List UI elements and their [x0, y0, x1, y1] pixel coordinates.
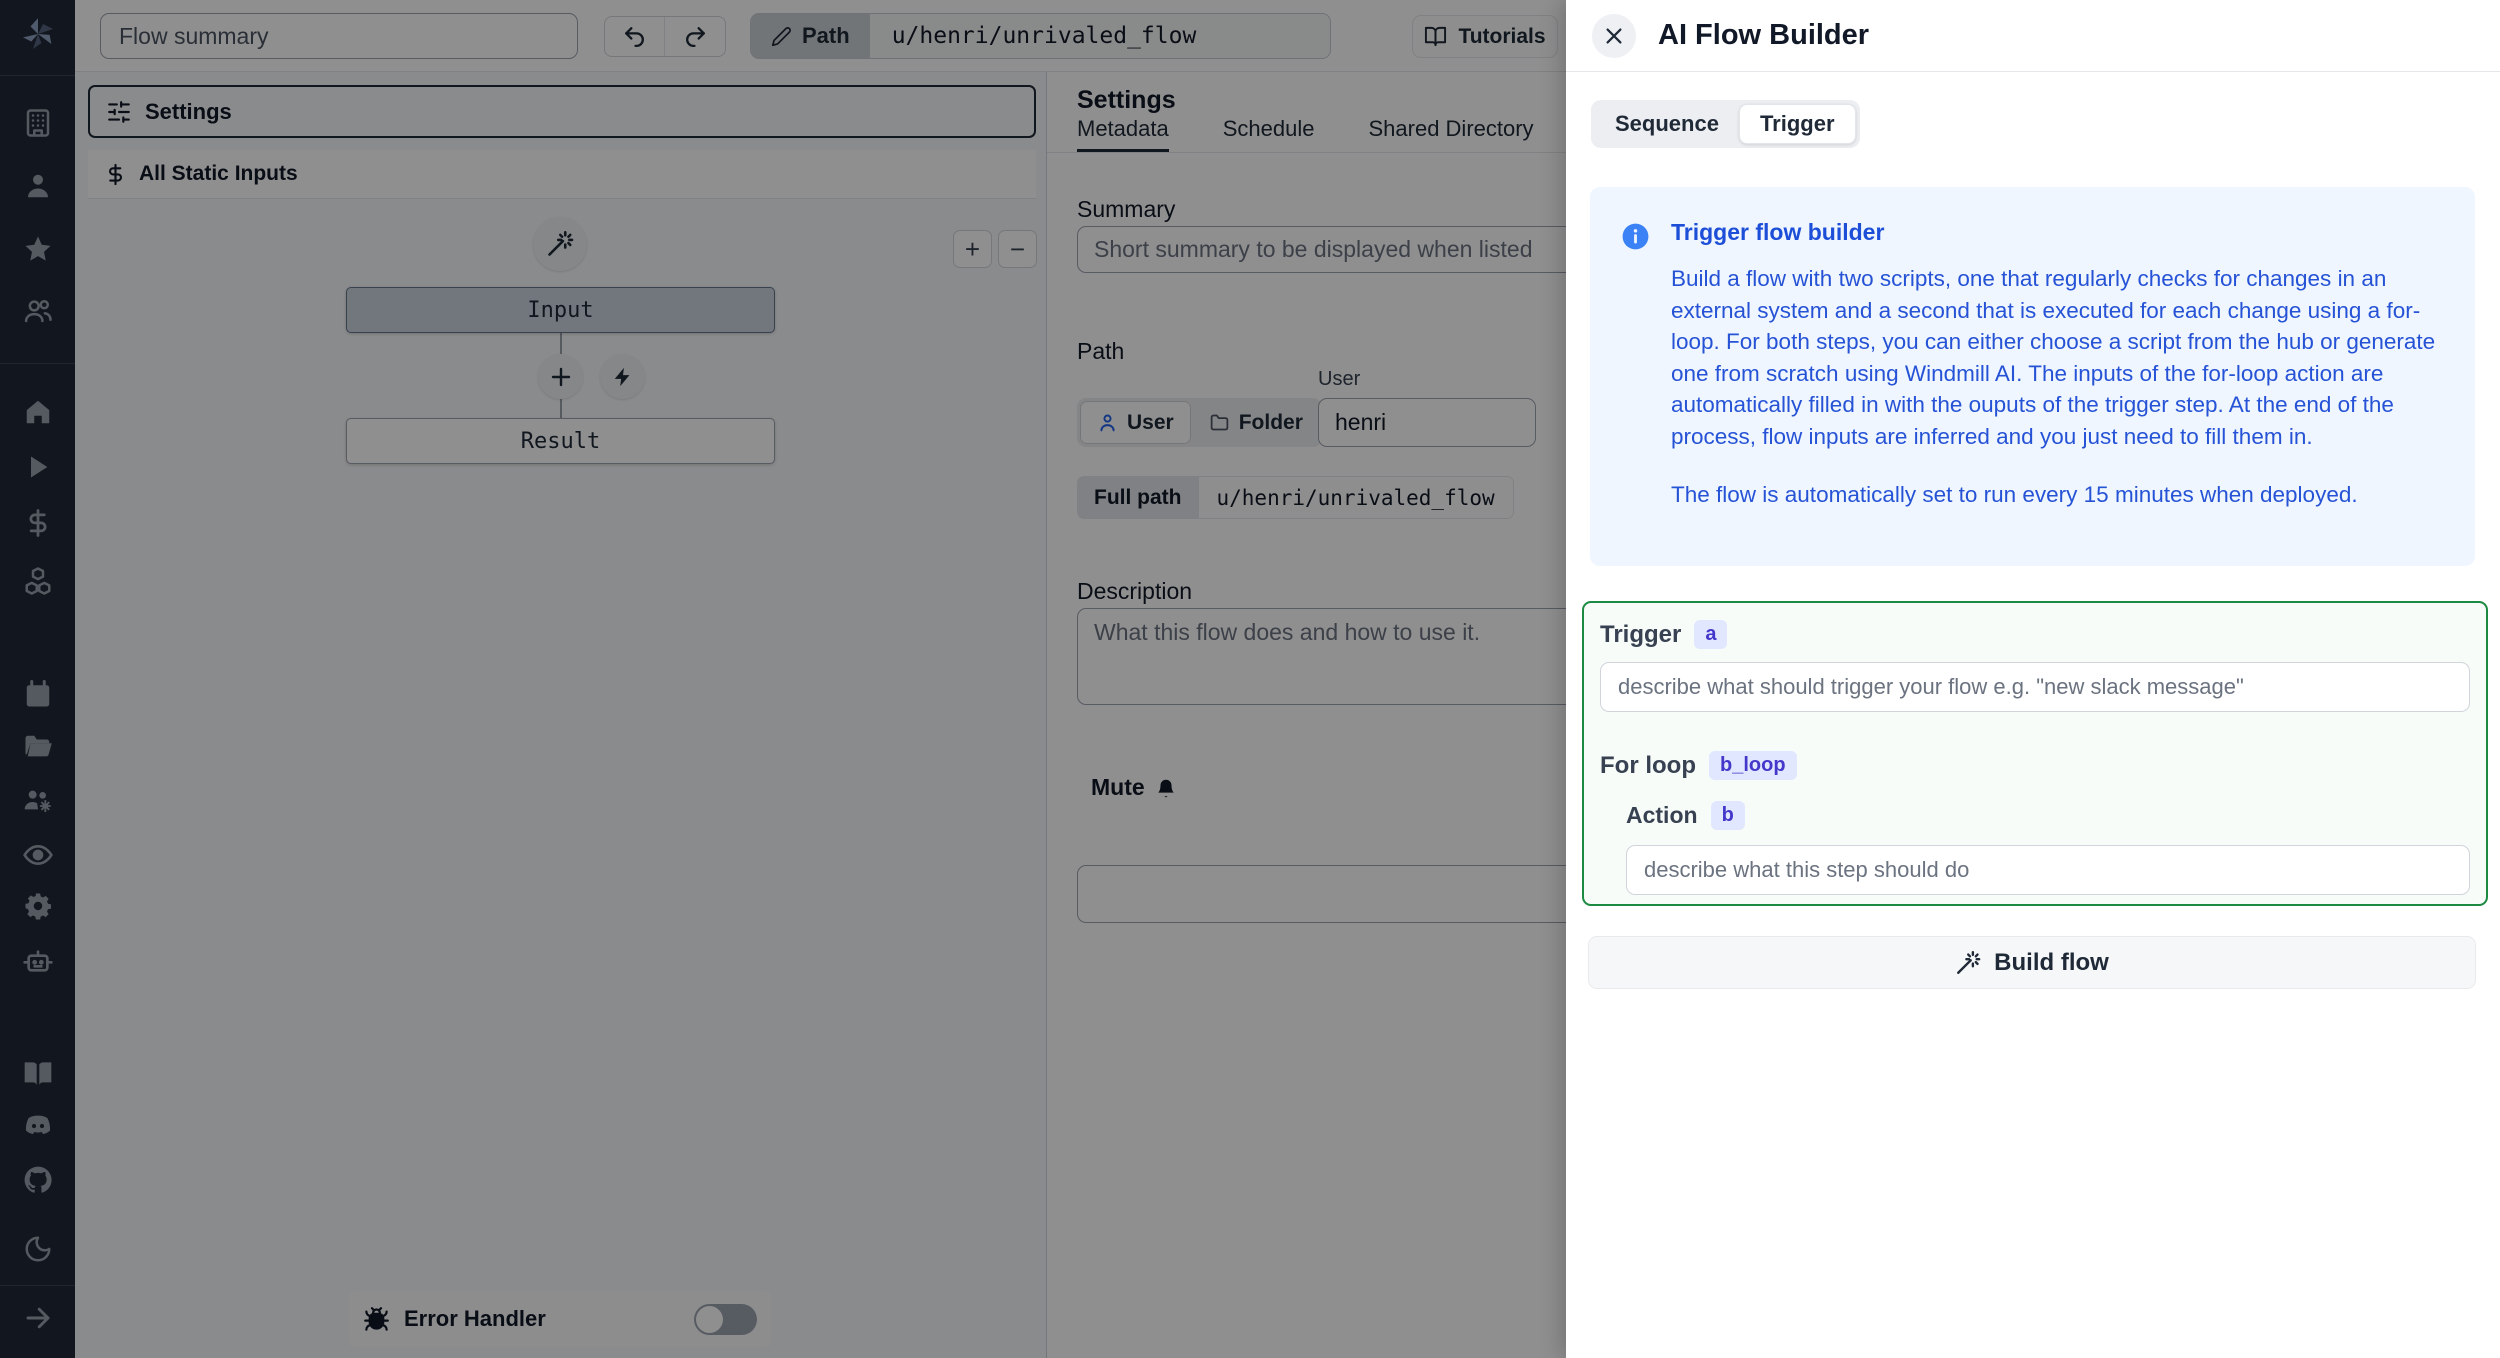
forloop-step-badge: b_loop	[1708, 751, 1797, 780]
info-footer: The flow is automatically set to run eve…	[1671, 482, 2358, 507]
trigger-step-badge: a	[1694, 620, 1728, 649]
action-description-input[interactable]	[1626, 845, 2470, 895]
tab-trigger[interactable]: Trigger	[1738, 104, 1856, 144]
modal-dim-overlay[interactable]	[0, 0, 1566, 1358]
ai-mode-tabs: Sequence Trigger	[1591, 100, 1860, 148]
action-step-badge: b	[1710, 801, 1745, 830]
info-icon	[1620, 219, 1651, 534]
ai-panel-header: AI Flow Builder	[1566, 0, 2500, 72]
ai-panel-title: AI Flow Builder	[1658, 19, 1870, 51]
build-flow-label: Build flow	[1994, 948, 2109, 976]
forloop-label-row: For loop b_loop	[1600, 751, 2470, 780]
info-content: Trigger flow builder Build a flow with t…	[1671, 219, 2436, 534]
close-button[interactable]	[1592, 13, 1636, 58]
trigger-label: Trigger	[1600, 620, 1682, 648]
info-title: Trigger flow builder	[1671, 219, 1885, 245]
app: Path u/henri/unrivaled_flow Tutorials Se…	[0, 0, 2500, 1358]
action-label-row: Action b	[1626, 801, 2470, 830]
trigger-label-row: Trigger a	[1600, 620, 2470, 649]
wand-sparkles-icon	[1957, 950, 1981, 974]
build-flow-button[interactable]: Build flow	[1588, 936, 2476, 989]
trigger-info-box: Trigger flow builder Build a flow with t…	[1590, 187, 2475, 566]
forloop-label: For loop	[1600, 751, 1696, 779]
info-body: Build a flow with two scripts, one that …	[1671, 266, 2436, 449]
ai-flow-builder-panel: AI Flow Builder Sequence Trigger Trigger…	[1566, 0, 2500, 1358]
tab-sequence[interactable]: Sequence	[1595, 104, 1739, 144]
action-label: Action	[1626, 802, 1698, 828]
trigger-form-section: Trigger a For loop b_loop Action b	[1582, 601, 2488, 906]
close-icon	[1606, 27, 1622, 44]
trigger-description-input[interactable]	[1600, 662, 2470, 712]
